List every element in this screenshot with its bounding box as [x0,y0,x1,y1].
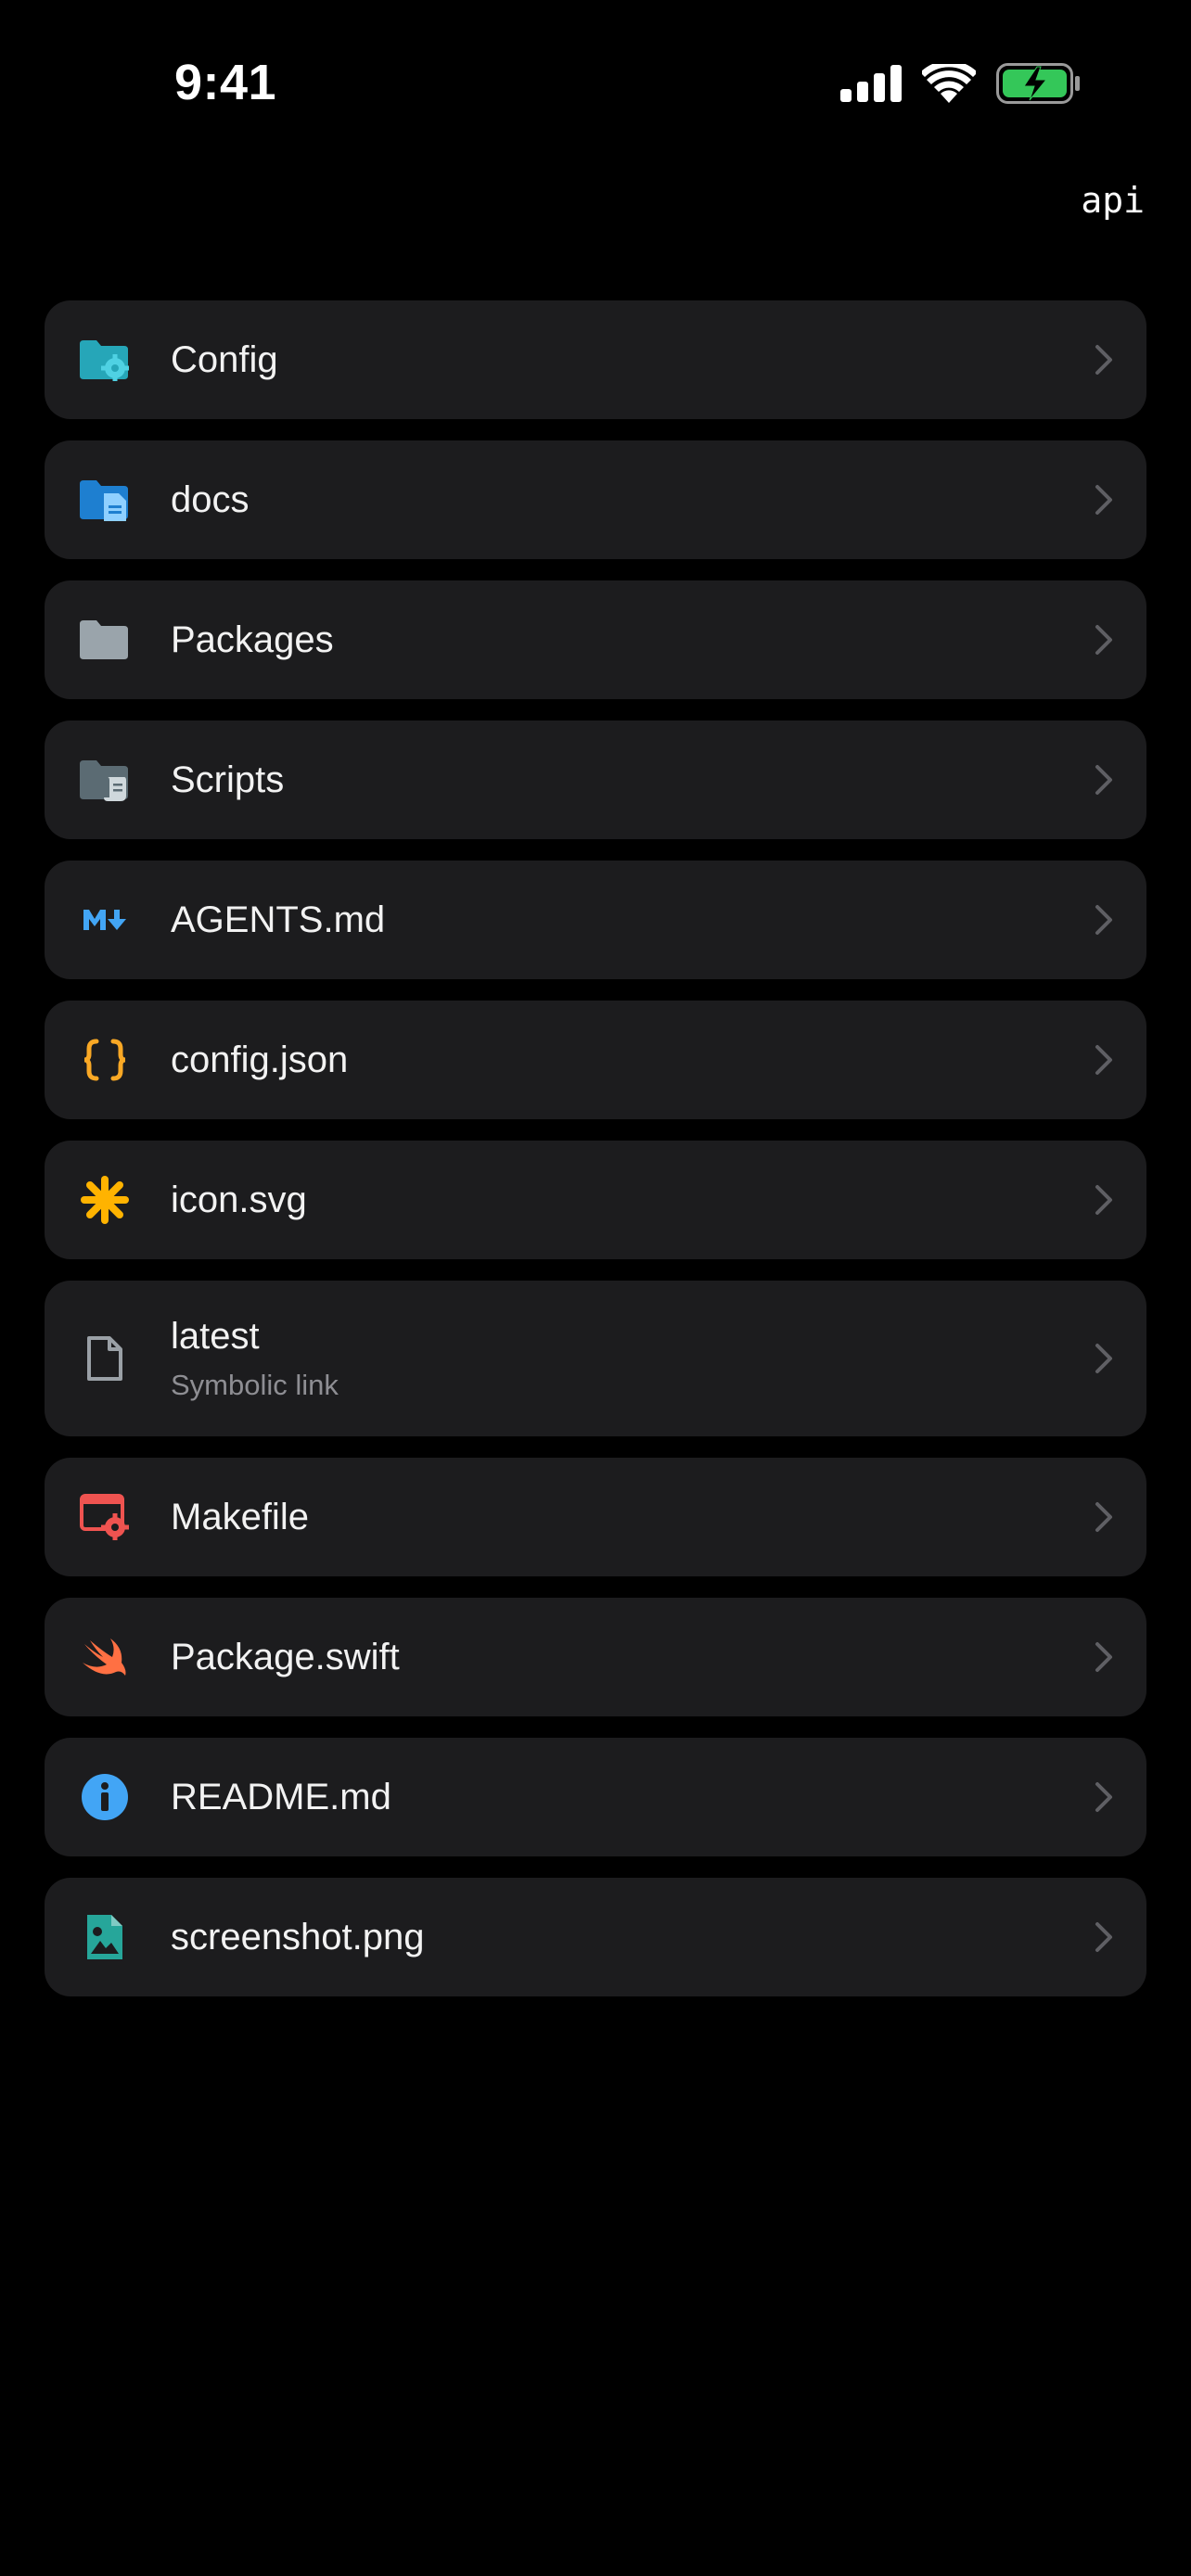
chevron-right-icon [1095,1782,1112,1812]
chevron-right-icon [1095,765,1112,795]
chevron-right-icon [1095,1344,1112,1373]
battery-charging-icon [996,63,1080,104]
folder-icon [76,611,134,669]
markdown-icon [76,891,134,949]
folder-docs-icon [76,471,134,529]
chevron-right-icon [1095,905,1112,935]
file-row-config[interactable]: Config [45,300,1146,419]
current-path-title: api [1081,180,1145,221]
status-time: 9:41 [174,55,277,110]
file-row-docs[interactable]: docs [45,440,1146,559]
file-name: screenshot.png [171,1917,425,1958]
chevron-right-icon [1095,485,1112,515]
info-icon [76,1768,134,1826]
chevron-right-icon [1095,1502,1112,1532]
chevron-right-icon [1095,1045,1112,1075]
file-name: Package.swift [171,1637,400,1677]
file-name: README.md [171,1777,391,1817]
file-row-config-json[interactable]: config.json [45,1001,1146,1119]
file-name: docs [171,479,250,520]
file-row-agents-md[interactable]: AGENTS.md [45,861,1146,979]
svg-icon [76,1171,134,1229]
file-name: AGENTS.md [171,899,386,940]
chevron-right-icon [1095,345,1112,375]
file-row-packages[interactable]: Packages [45,580,1146,699]
cellular-signal-icon [840,65,902,102]
file-name: Packages [171,619,334,660]
file-row-readme-md[interactable]: README.md [45,1738,1146,1856]
file-name: latest [171,1316,260,1357]
file-row-scripts[interactable]: Scripts [45,721,1146,839]
file-row-package-swift[interactable]: Package.swift [45,1598,1146,1716]
file-name: Makefile [171,1497,309,1537]
chevron-right-icon [1095,1922,1112,1952]
file-icon [76,1330,134,1387]
file-name: icon.svg [171,1180,307,1220]
file-row-screenshot-png[interactable]: screenshot.png [45,1878,1146,1996]
file-row-makefile[interactable]: Makefile [45,1458,1146,1576]
folder-scripts-icon [76,751,134,809]
json-icon [76,1031,134,1089]
screen: 9:41 api Config docs Packages Scripts AG… [0,0,1191,2576]
wifi-icon [922,64,976,103]
swift-icon [76,1628,134,1686]
chevron-right-icon [1095,625,1112,655]
chevron-right-icon [1095,1185,1112,1215]
status-icons [840,63,1082,104]
file-row-icon-svg[interactable]: icon.svg [45,1141,1146,1259]
file-subtitle: Symbolic link [171,1369,339,1401]
folder-config-icon [76,331,134,389]
file-name: Scripts [171,759,285,800]
image-icon [76,1908,134,1966]
file-name: Config [171,339,278,380]
makefile-icon [76,1488,134,1546]
file-list: Config docs Packages Scripts AGENTS.md c… [45,300,1146,2018]
file-row-latest[interactable]: latest Symbolic link [45,1281,1146,1436]
file-name: config.json [171,1039,349,1080]
chevron-right-icon [1095,1642,1112,1672]
